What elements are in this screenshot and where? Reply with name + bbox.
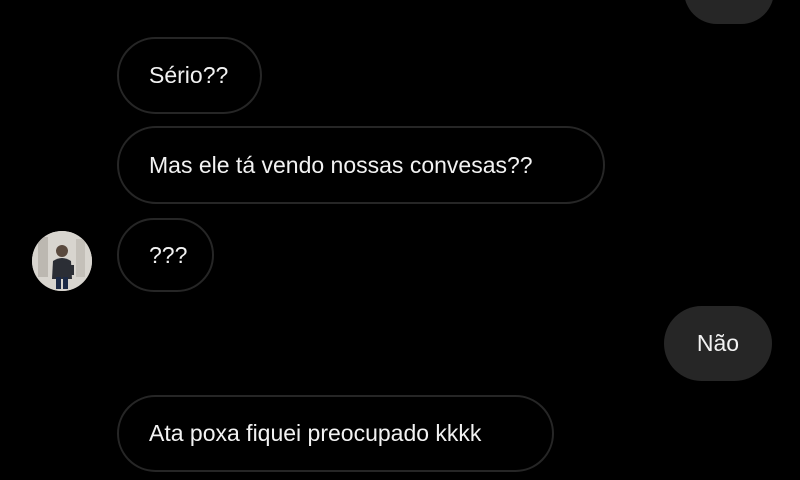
message-text: Mas ele tá vendo nossas convesas?? [149, 151, 533, 178]
message-bubble-outgoing[interactable]: Não [664, 306, 772, 381]
message-bubble-incoming[interactable]: Ata poxa fiquei preocupado kkkk [117, 395, 554, 472]
chat-thread: Sério?? Mas ele tá vendo nossas convesas… [0, 0, 800, 480]
message-bubble-incoming[interactable]: Mas ele tá vendo nossas convesas?? [117, 126, 605, 204]
profile-photo-avatar-icon [32, 231, 92, 291]
message-text: Ata poxa fiquei preocupado kkkk [149, 420, 482, 446]
message-text: ??? [149, 241, 188, 268]
message-bubble-incoming[interactable]: ??? [117, 218, 214, 292]
message-text: Sério?? [149, 62, 229, 88]
message-text: Não [696, 330, 740, 356]
contact-avatar[interactable] [32, 231, 92, 291]
message-bubble-incoming[interactable]: Sério?? [117, 37, 262, 114]
message-bubble-outgoing[interactable] [684, 0, 774, 24]
